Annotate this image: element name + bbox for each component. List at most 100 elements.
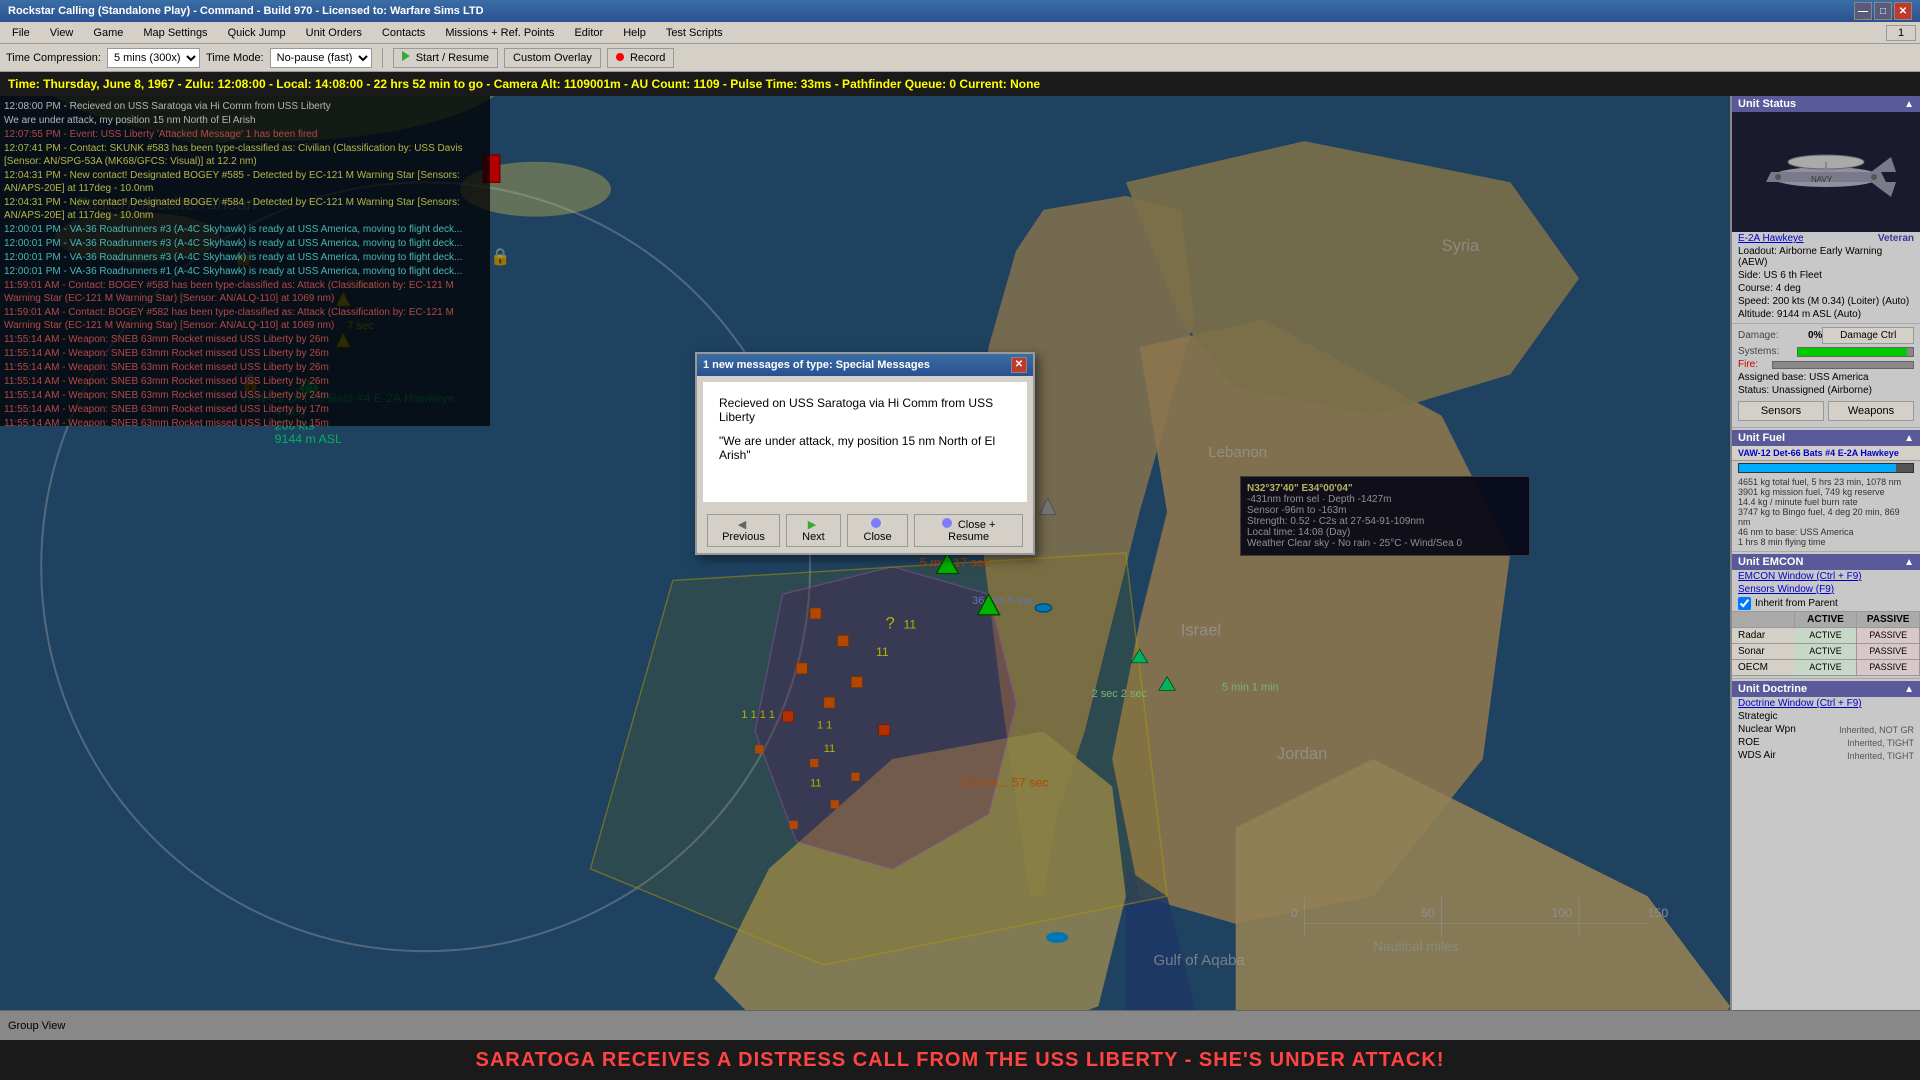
unit-type-link[interactable]: E-2A Hawkeye <box>1738 233 1804 244</box>
sensors-window-link[interactable]: Sensors Window (F9) <box>1738 584 1834 595</box>
dialog-title-bar: 1 new messages of type: Special Messages… <box>697 354 1033 376</box>
fuel-details: 4651 kg total fuel, 5 hrs 23 min, 1078 n… <box>1732 475 1920 549</box>
emcon-sonar-passive[interactable]: PASSIVE <box>1857 644 1920 660</box>
status-text: Time: Thursday, June 8, 1967 - Zulu: 12:… <box>8 77 1040 91</box>
time-mode-select[interactable]: No-pause (fast) <box>270 48 372 68</box>
menu-map-settings[interactable]: Map Settings <box>135 25 215 41</box>
group-view-label: Group View <box>8 1020 65 1032</box>
time-compression-label: Time Compression: <box>6 52 101 64</box>
menu-game[interactable]: Game <box>85 25 131 41</box>
menu-contacts[interactable]: Contacts <box>374 25 433 41</box>
doctrine-strategic-row: Strategic <box>1732 710 1920 723</box>
close-circle-icon <box>871 518 881 528</box>
side-row: Side: US 6 th Fleet <box>1732 269 1920 282</box>
next-icon: ▶ <box>808 518 816 531</box>
maximize-button[interactable]: □ <box>1874 2 1892 20</box>
inherit-checkbox[interactable] <box>1738 597 1751 610</box>
loadout-text: Loadout: Airborne Early Warning (AEW) <box>1738 246 1914 268</box>
dialog-next-button[interactable]: ▶ Next <box>786 514 841 547</box>
unit-status-collapse-btn[interactable]: ▲ <box>1904 99 1914 110</box>
dialog-body-line2: "We are under attack, my position 15 nm … <box>719 434 1011 462</box>
dialog-body: Recieved on USS Saratoga via Hi Comm fro… <box>703 382 1027 502</box>
doctrine-wds-row: WDS Air Inherited, TIGHT <box>1732 749 1920 762</box>
emcon-sonar-active[interactable]: ACTIVE <box>1795 644 1858 660</box>
main-content: Eastern Mediterranean Syria Israel Jorda… <box>0 96 1920 1010</box>
inherit-checkbox-row: Inherit from Parent <box>1732 596 1920 611</box>
loadout-row: Loadout: Airborne Early Warning (AEW) <box>1732 245 1920 269</box>
dialog-close-resume-button[interactable]: Close + Resume <box>914 514 1023 547</box>
emcon-oecm-passive[interactable]: PASSIVE <box>1857 660 1920 676</box>
play-icon <box>402 51 410 61</box>
fuel-detail-2: 3901 kg mission fuel, 749 kg reserve <box>1738 487 1914 497</box>
fuel-unit-name: VAW-12 Det-66 Bats #4 E-2A Hawkeye <box>1732 446 1920 461</box>
dialog-footer: ◀ Previous ▶ Next Close Close + Resume <box>697 508 1033 553</box>
emcon-col-active: ACTIVE <box>1795 612 1858 628</box>
unit-image-area: NAVY <box>1732 112 1920 232</box>
doctrine-window-link[interactable]: Doctrine Window (Ctrl + F9) <box>1738 698 1862 709</box>
unit-status-label: Unit Status <box>1738 98 1796 110</box>
dialog-body-line1: Recieved on USS Saratoga via Hi Comm fro… <box>719 396 1011 424</box>
window-title: Rockstar Calling (Standalone Play) - Com… <box>8 5 484 17</box>
divider1 <box>1732 323 1920 324</box>
unit-type-row: E-2A Hawkeye Veteran <box>1732 232 1920 245</box>
minimize-button[interactable]: — <box>1854 2 1872 20</box>
weapons-button[interactable]: Weapons <box>1828 401 1914 421</box>
doctrine-nuclear-value: Inherited, NOT GR <box>1839 725 1914 735</box>
fuel-bar-fill <box>1739 464 1896 472</box>
sensors-button[interactable]: Sensors <box>1738 401 1824 421</box>
emcon-radar-active[interactable]: ACTIVE <box>1795 628 1858 644</box>
doctrine-nuclear-row: Nuclear Wpn Inherited, NOT GR <box>1732 723 1920 736</box>
doctrine-strategic-label: Strategic <box>1738 711 1777 722</box>
speed-text: Speed: 200 kts (M 0.34) (Loiter) (Auto) <box>1738 296 1909 307</box>
menu-unit-orders[interactable]: Unit Orders <box>298 25 370 41</box>
time-mode-label: Time Mode: <box>206 52 264 64</box>
course-text: Course: 4 deg <box>1738 283 1801 294</box>
menu-help[interactable]: Help <box>615 25 654 41</box>
emcon-sonar-label: Sonar <box>1732 644 1795 660</box>
fuel-detail-6: 1 hrs 8 min flying time <box>1738 537 1914 547</box>
start-resume-button[interactable]: Start / Resume <box>393 48 498 68</box>
unit-fuel-collapse-btn[interactable]: ▲ <box>1904 433 1914 444</box>
unit-emcon-label: Unit EMCON <box>1738 556 1803 568</box>
unit-doctrine-label: Unit Doctrine <box>1738 683 1807 695</box>
dialog-overlay: 1 new messages of type: Special Messages… <box>0 96 1730 1010</box>
script-counter: 1 <box>1886 25 1916 41</box>
fuel-detail-1: 4651 kg total fuel, 5 hrs 23 min, 1078 n… <box>1738 477 1914 487</box>
systems-label: Systems: <box>1738 346 1793 357</box>
dialog-close-button[interactable]: Close <box>847 514 908 547</box>
menu-missions[interactable]: Missions + Ref. Points <box>437 25 562 41</box>
menu-quick-jump[interactable]: Quick Jump <box>220 25 294 41</box>
fuel-unit-text: VAW-12 Det-66 Bats #4 E-2A Hawkeye <box>1738 448 1899 458</box>
fuel-detail-5: 46 nm to base: USS America <box>1738 527 1914 537</box>
systems-progress-fill <box>1798 348 1907 356</box>
dialog-close-icon-btn[interactable]: ✕ <box>1011 357 1027 373</box>
emcon-window-link[interactable]: EMCON Window (Ctrl + F9) <box>1738 571 1862 582</box>
emcon-grid: ACTIVE PASSIVE Radar ACTIVE PASSIVE Sona… <box>1732 611 1920 676</box>
doctrine-roe-row: ROE Inherited, TIGHT <box>1732 736 1920 749</box>
systems-progress-bar <box>1797 347 1914 357</box>
damage-ctrl-button[interactable]: Damage Ctrl <box>1822 327 1914 344</box>
emcon-radar-passive[interactable]: PASSIVE <box>1857 628 1920 644</box>
map-area[interactable]: Eastern Mediterranean Syria Israel Jorda… <box>0 96 1730 1010</box>
close-button[interactable]: ✕ <box>1894 2 1912 20</box>
toolbar-sep1 <box>382 48 383 68</box>
title-bar-controls: — □ ✕ <box>1854 2 1912 20</box>
unit-emcon-collapse-btn[interactable]: ▲ <box>1904 557 1914 568</box>
menu-test-scripts[interactable]: Test Scripts <box>658 25 731 41</box>
side-text: Side: US 6 th Fleet <box>1738 270 1822 281</box>
menu-view[interactable]: View <box>42 25 82 41</box>
time-compression-select[interactable]: 5 mins (300x) <box>107 48 200 68</box>
svg-text:NAVY: NAVY <box>1811 175 1833 184</box>
emcon-oecm-label: OECM <box>1732 660 1795 676</box>
emcon-oecm-active[interactable]: ACTIVE <box>1795 660 1858 676</box>
custom-overlay-button[interactable]: Custom Overlay <box>504 48 601 68</box>
message-dialog: 1 new messages of type: Special Messages… <box>695 352 1035 555</box>
unit-status-section-title: Unit Status ▲ <box>1732 96 1920 112</box>
record-button[interactable]: Record <box>607 48 675 68</box>
prev-icon: ◀ <box>738 518 746 531</box>
menu-editor[interactable]: Editor <box>566 25 611 41</box>
unit-doctrine-collapse-btn[interactable]: ▲ <box>1904 684 1914 695</box>
doctrine-roe-value: Inherited, TIGHT <box>1847 738 1914 748</box>
dialog-prev-button[interactable]: ◀ Previous <box>707 514 780 547</box>
menu-file[interactable]: File <box>4 25 38 41</box>
